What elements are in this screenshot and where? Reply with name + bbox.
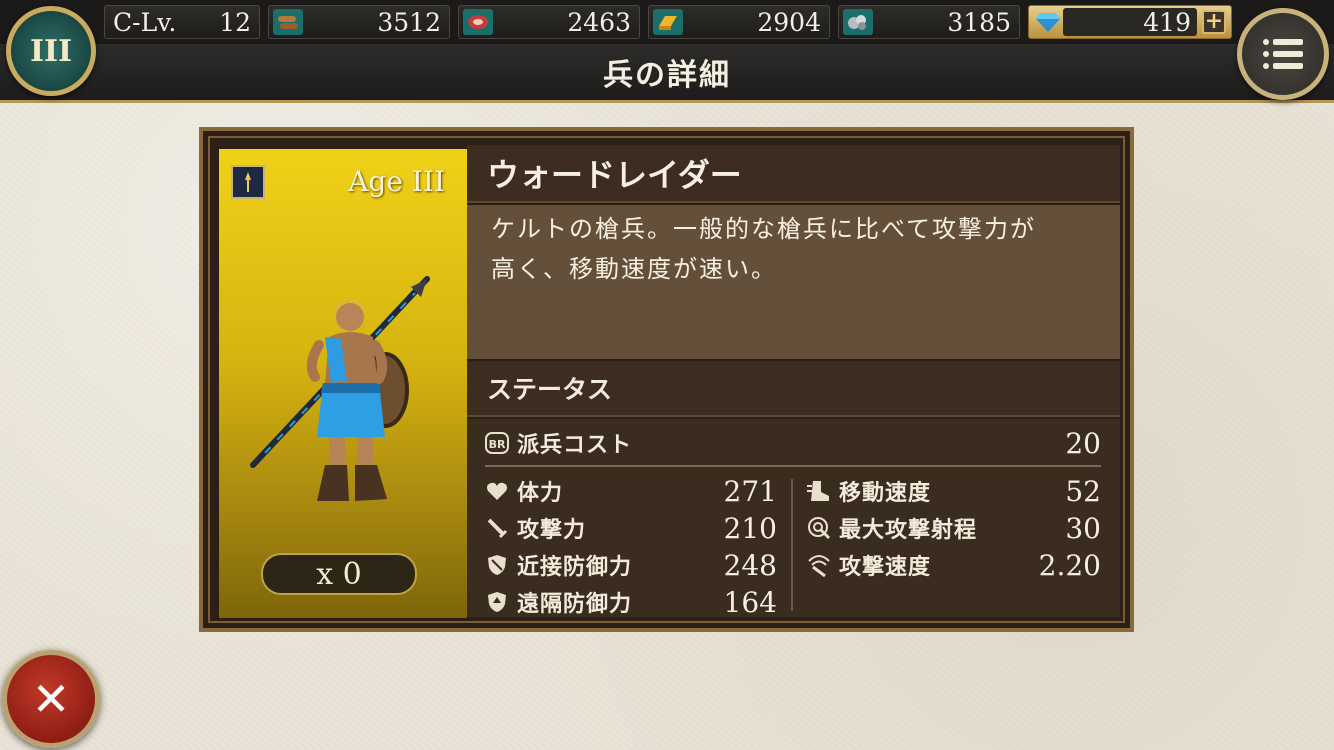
status-table: BR 派兵コスト 20 体力 271 攻撃力 210 近接防御力 248 遠隔防… bbox=[467, 419, 1120, 620]
stat-row-attack: 攻撃力 210 bbox=[485, 510, 777, 546]
iron-value: 3185 bbox=[947, 7, 1011, 37]
food-icon bbox=[463, 9, 493, 35]
gold-value: 2904 bbox=[757, 7, 821, 37]
unit-card: Age III x 0 bbox=[219, 149, 467, 618]
br-icon: BR bbox=[485, 431, 509, 455]
unit-count: x 0 bbox=[261, 553, 417, 595]
stat-value: 52 bbox=[1065, 474, 1101, 508]
menu-button[interactable] bbox=[1237, 8, 1329, 100]
stat-value: 271 bbox=[723, 474, 777, 508]
stat-label: 移動速度 bbox=[839, 480, 932, 506]
ranged-shield-icon bbox=[485, 590, 509, 614]
spear-type-icon bbox=[231, 165, 265, 199]
stat-value: 210 bbox=[723, 511, 777, 545]
top-bar: C-Lv. 12 3512 2463 2904 3185 419 + bbox=[0, 0, 1334, 44]
stat-label: 攻撃速度 bbox=[839, 554, 932, 580]
food-value: 2463 bbox=[567, 7, 631, 37]
heart-icon bbox=[485, 479, 509, 503]
status-heading-text: ステータス bbox=[487, 375, 613, 404]
stat-row-move-speed: 移動速度 52 bbox=[807, 473, 1101, 509]
wood-value: 3512 bbox=[377, 7, 441, 37]
sword-icon bbox=[485, 516, 509, 540]
attack-speed-icon bbox=[807, 553, 831, 577]
stat-row-hp: 体力 271 bbox=[485, 473, 777, 509]
clv-value: 12 bbox=[219, 7, 251, 37]
wood-resource[interactable]: 3512 bbox=[268, 5, 450, 39]
stat-label: 近接防御力 bbox=[517, 554, 633, 580]
gem-icon bbox=[1033, 9, 1063, 35]
divider bbox=[791, 479, 793, 611]
gem-value-box: 419 bbox=[1063, 7, 1197, 37]
iron-resource[interactable]: 3185 bbox=[838, 5, 1020, 39]
stat-value: 30 bbox=[1065, 511, 1101, 545]
clv-label: C-Lv. bbox=[113, 7, 177, 37]
svg-text:BR: BR bbox=[489, 438, 506, 451]
stat-label: 攻撃力 bbox=[517, 517, 587, 543]
stat-row-ranged-defense: 遠隔防御力 164 bbox=[485, 584, 777, 620]
gem-resource[interactable]: 419 + bbox=[1028, 5, 1232, 39]
unit-age-label: Age III bbox=[348, 165, 445, 198]
title-bar: 兵の詳細 bbox=[0, 44, 1334, 103]
unit-count-value: x 0 bbox=[316, 556, 362, 592]
civilization-level: C-Lv. 12 bbox=[104, 5, 260, 39]
close-button[interactable]: ✕ bbox=[2, 650, 100, 748]
gold-resource[interactable]: 2904 bbox=[648, 5, 830, 39]
unit-name: ウォードレイダー bbox=[467, 145, 1120, 203]
add-gems-button[interactable]: + bbox=[1202, 10, 1226, 34]
wood-icon bbox=[273, 9, 303, 35]
menu-icon bbox=[1263, 39, 1303, 69]
stat-label: 遠隔防御力 bbox=[517, 591, 633, 617]
stat-value: 20 bbox=[1065, 426, 1101, 460]
boot-icon bbox=[807, 479, 831, 503]
unit-detail-panel: Age III x 0 ウォードレイダー ケルトの槍兵。一般的な槍兵に比べて攻撃… bbox=[199, 127, 1134, 632]
close-icon: ✕ bbox=[31, 672, 71, 726]
stat-row-attack-range: 最大攻撃射程 30 bbox=[807, 510, 1101, 546]
unit-description: ケルトの槍兵。一般的な槍兵に比べて攻撃力が 高く、移動速度が速い。 bbox=[467, 205, 1120, 359]
page-title: 兵の詳細 bbox=[603, 58, 731, 93]
unit-description-line-2: 高く、移動速度が速い。 bbox=[491, 255, 777, 283]
stat-label: 体力 bbox=[517, 480, 564, 506]
divider bbox=[485, 465, 1101, 467]
range-icon bbox=[807, 516, 831, 540]
iron-icon bbox=[843, 9, 873, 35]
unit-description-line-1: ケルトの槍兵。一般的な槍兵に比べて攻撃力が bbox=[491, 215, 1037, 243]
stat-row-deploy-cost: BR 派兵コスト 20 bbox=[485, 425, 1101, 461]
stat-value: 248 bbox=[723, 548, 777, 582]
food-resource[interactable]: 2463 bbox=[458, 5, 640, 39]
age-emblem[interactable]: III bbox=[6, 6, 96, 96]
stat-value: 2.20 bbox=[1038, 548, 1101, 582]
gold-icon bbox=[653, 9, 683, 35]
age-emblem-label: III bbox=[29, 33, 73, 69]
shield-icon bbox=[485, 553, 509, 577]
stat-row-melee-defense: 近接防御力 248 bbox=[485, 547, 777, 583]
stat-label: 派兵コスト bbox=[517, 432, 633, 458]
gem-value: 419 bbox=[1143, 7, 1191, 37]
stat-value: 164 bbox=[723, 585, 777, 619]
status-heading: ステータス bbox=[467, 361, 1120, 417]
spearman-portrait bbox=[250, 276, 430, 501]
stat-label: 最大攻撃射程 bbox=[839, 517, 978, 543]
unit-name-text: ウォードレイダー bbox=[487, 156, 742, 194]
stat-row-attack-speed: 攻撃速度 2.20 bbox=[807, 547, 1101, 583]
